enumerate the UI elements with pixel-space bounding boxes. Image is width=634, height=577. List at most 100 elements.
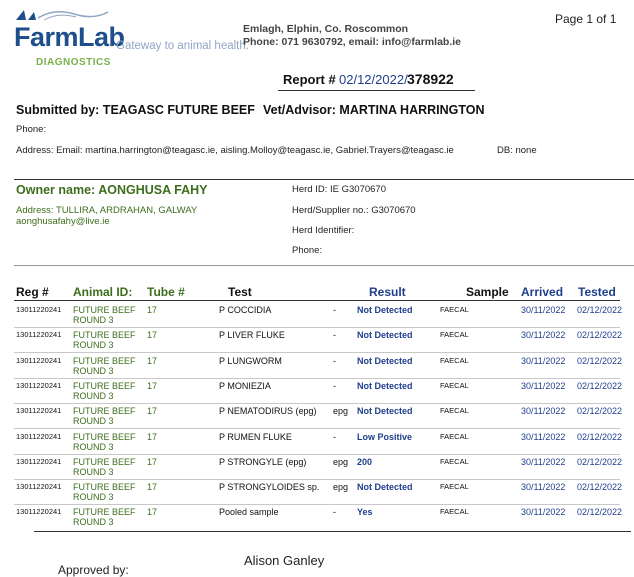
cell-reg: 13011220241 <box>16 355 62 365</box>
col-tested: Tested <box>578 285 616 299</box>
cell-tube: 17 <box>147 431 158 442</box>
cell-reg: 13011220241 <box>16 380 62 390</box>
logo-text: FarmLab <box>14 22 125 52</box>
cell-animal-id-line2: ROUND 3 <box>73 340 114 351</box>
cell-reg: 13011220241 <box>16 305 62 314</box>
report-label: Report # <box>283 72 336 87</box>
submitted-by: Submitted by: TEAGASC FUTURE BEEF <box>16 103 255 117</box>
cell-animal-id: FUTURE BEEF <box>73 380 136 391</box>
cell-sample: FAECAL <box>440 456 469 466</box>
cell-animal-id: FUTURE BEEF <box>73 482 136 493</box>
report-underline <box>278 90 475 91</box>
cell-test: P RUMEN FLUKE <box>219 431 292 442</box>
cell-tube: 17 <box>147 305 158 315</box>
table-row: 13011220241 FUTURE BEEF 17 P RUMEN FLUKE - Lo… <box>0 430 634 455</box>
cell-tube: 17 <box>147 507 158 518</box>
cell-result: Not Detected <box>357 355 413 366</box>
table-row: 13011220241 FUTURE BEEF 17 P STRONGYLE (epg… <box>0 455 634 480</box>
approved-by-label: Approved by: <box>58 563 129 577</box>
table-top-rule <box>14 265 634 266</box>
owner-address: Address: TULLIRA, ARDRAHAN, GALWAY <box>16 205 198 216</box>
col-result: Result <box>369 285 406 299</box>
cell-sample: FAECAL <box>440 507 469 517</box>
cell-result: Low Positive <box>357 431 413 442</box>
cell-tube: 17 <box>147 406 158 417</box>
cell-arrived: 30/11/2022 <box>521 330 566 341</box>
col-reg: Reg # <box>16 285 49 299</box>
page-indicator: Page 1 of 1 <box>555 12 617 26</box>
table-row: 13011220241 FUTURE BEEF 17 P MONIEZIA - Not D… <box>0 379 634 404</box>
herd-identifier: Herd Identifier: <box>292 225 355 236</box>
db-field: DB: none <box>497 145 537 156</box>
cell-test: P STRONGYLOIDES sp. <box>219 482 320 493</box>
cell-sample: FAECAL <box>440 406 469 416</box>
cell-arrived: 30/11/2022 <box>521 406 566 417</box>
logo-birds-icon <box>16 10 109 21</box>
herd-id: Herd ID: IE G3070670 <box>292 184 386 195</box>
cell-animal-id: FUTURE BEEF <box>73 355 136 366</box>
cell-animal-id-line2: ROUND 3 <box>73 365 114 376</box>
cell-test: P STRONGYLE (epg) <box>219 456 307 467</box>
table-row: 13011220241 FUTURE BEEF 17 Pooled sample - Ye… <box>0 505 634 530</box>
table-row: 13011220241 FUTURE BEEF 17 P COCCIDIA - Not D… <box>0 303 634 328</box>
cell-tested: 02/12/2022 <box>577 507 623 518</box>
cell-tube: 17 <box>147 482 158 493</box>
table-row: 13011220241 FUTURE BEEF 17 P LUNGWORM - Not D… <box>0 354 634 379</box>
col-test: Test <box>228 285 252 299</box>
col-arrived: Arrived <box>521 285 564 299</box>
cell-tube: 17 <box>147 380 158 391</box>
owner-name: Owner name: AONGHUSA FAHY <box>16 183 208 197</box>
cell-unit: - <box>333 305 336 315</box>
cell-tube: 17 <box>147 456 158 467</box>
cell-animal-id: FUTURE BEEF <box>73 330 136 341</box>
cell-sample: FAECAL <box>440 330 469 340</box>
col-sample: Sample <box>466 285 509 299</box>
cell-sample: FAECAL <box>440 380 469 390</box>
cell-result: Not Detected <box>357 380 413 391</box>
cell-arrived: 30/11/2022 <box>521 355 566 366</box>
cell-tested: 02/12/2022 <box>577 330 623 341</box>
cell-reg: 13011220241 <box>16 456 62 466</box>
cell-sample: FAECAL <box>440 431 469 441</box>
cell-result: Not Detected <box>357 406 413 417</box>
cell-animal-id-line2: ROUND 3 <box>73 441 114 452</box>
herd-supplier: Herd/Supplier no.: G3070670 <box>292 205 416 216</box>
cell-animal-id: FUTURE BEEF <box>73 456 136 467</box>
cell-sample: FAECAL <box>440 355 469 365</box>
cell-animal-id-line2: ROUND 3 <box>73 466 114 477</box>
col-animal-id: Animal ID: <box>73 285 133 299</box>
logo-tagline: Gateway to animal health. <box>116 40 249 52</box>
cell-arrived: 30/11/2022 <box>521 431 566 442</box>
cell-tested: 02/12/2022 <box>577 482 623 493</box>
table-row: 13011220241 FUTURE BEEF 17 P STRONGYLOIDES … <box>0 480 634 506</box>
cell-animal-id-line2: ROUND 3 <box>73 492 114 503</box>
table-bottom-rule <box>34 531 631 532</box>
vet-advisor: Vet/Advisor: MARTINA HARRINGTON <box>263 103 485 117</box>
cell-tube: 17 <box>147 330 158 341</box>
submitter-phone: Phone: <box>16 124 47 135</box>
section-divider <box>14 179 634 180</box>
signer-name: Alison Ganley <box>244 553 325 568</box>
cell-result: Not Detected <box>357 330 413 341</box>
cell-result: Yes <box>357 507 373 518</box>
cell-result: Not Detected <box>357 305 413 315</box>
cell-test: P MONIEZIA <box>219 380 271 391</box>
cell-arrived: 30/11/2022 <box>521 482 566 493</box>
cell-test: Pooled sample <box>219 507 279 518</box>
cell-animal-id-line2: ROUND 3 <box>73 390 114 401</box>
owner-email: aonghusafahy@live.ie <box>16 216 110 227</box>
cell-test: P LUNGWORM <box>219 355 282 366</box>
cell-tested: 02/12/2022 <box>577 456 623 467</box>
table-row: 13011220241 FUTURE BEEF 17 P LIVER FLUKE - No… <box>0 328 634 354</box>
cell-animal-id: FUTURE BEEF <box>73 406 136 417</box>
cell-test: P NEMATODIRUS (epg) <box>219 406 317 417</box>
cell-arrived: 30/11/2022 <box>521 380 566 391</box>
cell-animal-id-line2: ROUND 3 <box>73 416 114 427</box>
cell-unit: - <box>333 507 336 518</box>
cell-reg: 13011220241 <box>16 507 62 517</box>
owner-phone: Phone: <box>292 245 323 256</box>
cell-test: P LIVER FLUKE <box>219 330 285 341</box>
cell-reg: 13011220241 <box>16 482 62 492</box>
cell-animal-id: FUTURE BEEF <box>73 507 136 518</box>
cell-animal-id: FUTURE BEEF <box>73 305 136 315</box>
